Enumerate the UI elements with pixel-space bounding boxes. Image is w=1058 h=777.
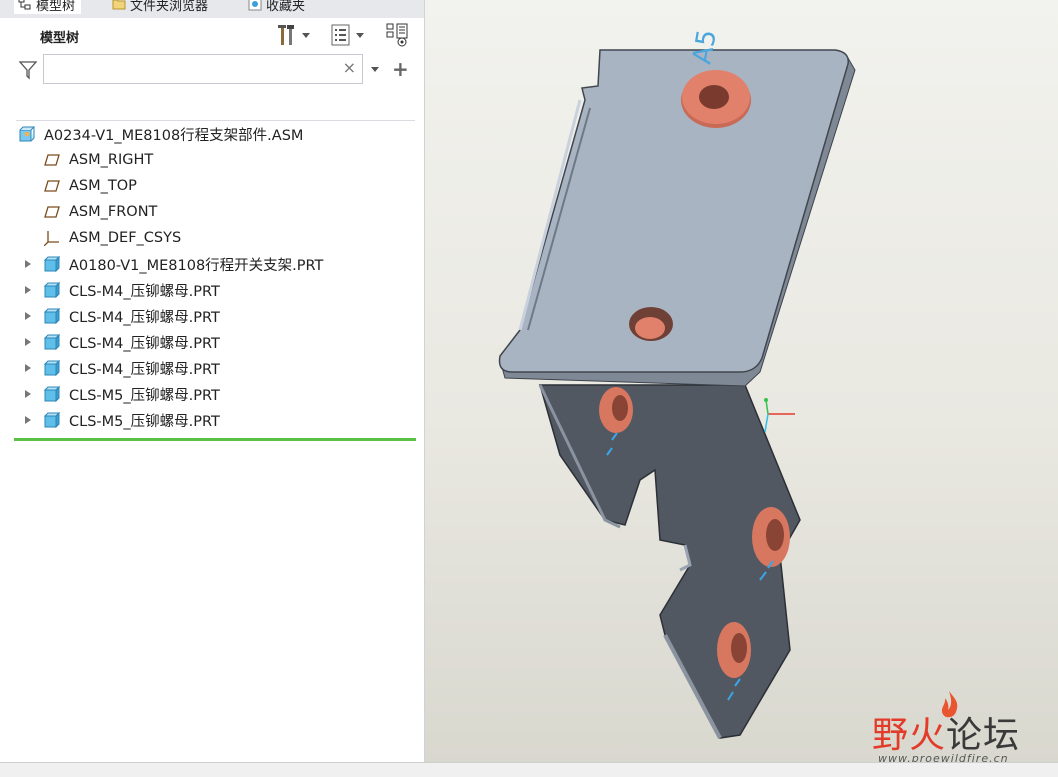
tree-item-part-nut[interactable]: CLS-M4_压铆螺母.PRT [0,329,424,355]
coordinate-system-icon [44,231,59,246]
assembly-icon [19,126,35,142]
panel-tabs: 模型树 文件夹浏览器 收藏夹 [0,0,424,18]
tree-item-label: CLS-M4_压铆螺母.PRT [69,283,220,300]
tree-item-part-bracket[interactable]: A0180-V1_ME8108行程开关支架.PRT [0,251,424,277]
model-render [498,49,856,739]
insert-here-marker[interactable] [14,438,416,441]
part-icon [44,412,60,428]
tree-item-label: A0180-V1_ME8108行程开关支架.PRT [69,257,324,274]
tree-item-asm-right[interactable]: ASM_RIGHT [0,147,424,173]
tree-item-label: ASM_DEF_CSYS [69,230,182,246]
press-nut [752,507,790,567]
graphics-viewport[interactable]: A5 [425,0,1058,762]
panel-title: 模型树 [40,31,80,46]
tree-columns-button[interactable] [385,22,411,48]
status-bar [0,762,1058,777]
folder-icon [112,0,126,10]
expand-arrow-icon[interactable] [25,416,31,424]
dimension-annotation: A5 [687,27,723,67]
expand-arrow-icon[interactable] [25,390,31,398]
tree-item-part-nut[interactable]: CLS-M5_压铆螺母.PRT [0,407,424,433]
tree-item-asm-front[interactable]: ASM_FRONT [0,199,424,225]
show-options-button[interactable] [330,22,364,48]
clear-icon[interactable]: × [343,58,356,77]
forum-watermark: 野火论坛 [872,715,1021,756]
chevron-down-icon[interactable] [371,67,379,72]
tab-model-tree[interactable]: 模型树 [14,0,82,14]
tree-item-part-nut[interactable]: CLS-M4_压铆螺母.PRT [0,303,424,329]
view-triad [764,398,795,433]
tab-label: 收藏夹 [266,0,306,14]
tree-header-area [16,92,415,121]
tree-item-part-nut[interactable]: CLS-M4_压铆螺母.PRT [0,277,424,303]
part-icon [44,386,60,402]
part-icon [44,334,60,350]
press-nut [629,307,673,341]
part-icon [44,282,60,298]
search-input[interactable] [48,56,342,84]
tree-item-asm-top[interactable]: ASM_TOP [0,173,424,199]
add-filter-button[interactable]: + [392,57,409,81]
tree-item-part-nut[interactable]: CLS-M5_压铆螺母.PRT [0,381,424,407]
model-tree-panel: 模型树 文件夹浏览器 收藏夹 模型树 × + A0234-V1_ME8108行程… [0,0,425,762]
expand-arrow-icon[interactable] [25,260,31,268]
tree-item-asm-def-csys[interactable]: ASM_DEF_CSYS [0,225,424,251]
filter-icon[interactable] [18,60,38,80]
tree-item-label: ASM_RIGHT [69,152,154,168]
tree-icon [18,0,31,10]
tree-item-label: CLS-M4_压铆螺母.PRT [69,361,220,378]
press-nut [599,387,633,433]
tree-item-label: ASM_TOP [69,178,137,194]
press-nut [717,622,751,678]
tab-label: 模型树 [36,0,76,14]
chevron-down-icon [302,32,310,38]
tree-item-part-nut[interactable]: CLS-M4_压铆螺母.PRT [0,355,424,381]
tree-item-label: CLS-M4_压铆螺母.PRT [69,335,220,352]
tab-label: 文件夹浏览器 [130,0,209,14]
part-icon [44,308,60,324]
tab-folder-browser[interactable]: 文件夹浏览器 [108,0,214,14]
press-nut [681,70,751,128]
tree-item-label: CLS-M5_压铆螺母.PRT [69,387,220,404]
datum-plane-icon [44,180,60,192]
list-icon [331,24,350,46]
part-icon [44,360,60,376]
search-field[interactable]: × [43,54,363,84]
expand-arrow-icon[interactable] [25,338,31,346]
tools-icon [278,25,294,45]
settings-tools-button[interactable] [276,22,310,48]
tree-item-label: A0234-V1_ME8108行程支架部件.ASM [44,127,304,144]
tree-columns-icon [386,23,408,47]
tab-favorites[interactable]: 收藏夹 [244,0,311,14]
chevron-down-icon [356,32,364,38]
expand-arrow-icon[interactable] [25,364,31,372]
tree-item-label: CLS-M5_压铆螺母.PRT [69,413,220,430]
expand-arrow-icon[interactable] [25,312,31,320]
datum-plane-icon [44,206,60,218]
tree-item-label: CLS-M4_压铆螺母.PRT [69,309,220,326]
tree-item-label: ASM_FRONT [69,204,158,220]
expand-arrow-icon[interactable] [25,286,31,294]
favorites-icon [248,0,262,11]
tree-root-item[interactable]: A0234-V1_ME8108行程支架部件.ASM [0,121,424,147]
part-icon [44,256,60,272]
datum-plane-icon [44,154,60,166]
